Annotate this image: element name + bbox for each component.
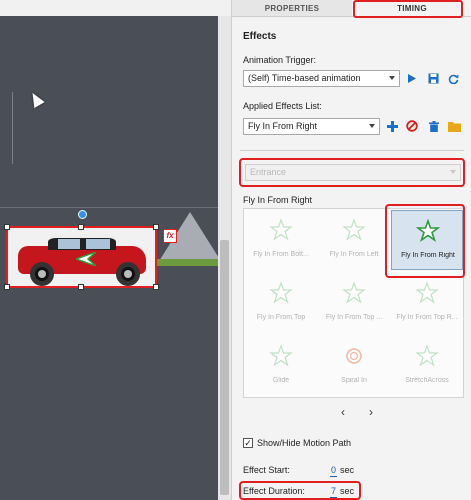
rotate-handle[interactable]	[78, 210, 87, 219]
star-effect-icon	[269, 281, 293, 304]
section-heading: Effects	[243, 31, 277, 42]
spiral-effect-icon	[346, 348, 362, 364]
applied-effects-value: Fly In From Right	[248, 121, 318, 131]
animation-trigger-label: Animation Trigger:	[243, 55, 317, 65]
effect-tile-label: StretchAcross	[405, 377, 449, 384]
resize-handle[interactable]	[4, 224, 10, 230]
effect-tile[interactable]: Fly In From Top R...	[391, 273, 463, 333]
effect-tile-label: Fly In From Top ...	[325, 314, 383, 321]
effect-tile[interactable]: Fly In From Top	[245, 273, 317, 333]
star-effect-icon	[415, 281, 439, 304]
effect-tile-label: Glide	[272, 377, 290, 384]
stage-canvas[interactable]: fx	[0, 0, 231, 500]
remove-effect-icon[interactable]	[405, 119, 419, 133]
star-effect-icon	[342, 218, 366, 241]
car-image-object[interactable]	[4, 224, 159, 290]
effect-tile-label: Fly In From Right	[401, 252, 455, 259]
show-motion-path-checkbox[interactable]: ✓	[243, 438, 253, 448]
value-underline	[330, 497, 337, 498]
star-effect-icon	[269, 218, 293, 241]
fx-effect-icon[interactable]: fx	[163, 229, 177, 243]
effect-tile-label: Spiral In	[341, 377, 367, 384]
effect-duration-unit: sec	[340, 486, 355, 496]
grass-graphic	[157, 259, 218, 266]
effect-tile-label: Fly In From Left	[329, 251, 379, 258]
effect-start-value[interactable]: 0	[331, 465, 336, 475]
effects-gallery: Fly In From Bott... Fly In From Left Fly…	[243, 208, 464, 398]
tab-properties[interactable]: PROPERTIES	[232, 0, 352, 16]
star-effect-icon	[269, 344, 293, 367]
chevron-down-icon	[389, 76, 395, 80]
effect-group-label: Fly In From Right	[243, 195, 313, 205]
effect-duration-label: Effect Duration:	[243, 486, 305, 496]
resize-handle[interactable]	[4, 284, 10, 290]
effect-category-select[interactable]: Entrance	[245, 164, 461, 181]
car-window	[86, 239, 110, 249]
animation-trigger-select[interactable]: (Self) Time-based animation	[243, 70, 400, 87]
applied-effects-label: Applied Effects List:	[243, 101, 322, 111]
effect-tile[interactable]: Glide	[245, 336, 317, 396]
next-page-icon[interactable]: ›	[365, 405, 377, 419]
resize-handle[interactable]	[153, 284, 159, 290]
add-effect-icon[interactable]	[385, 119, 399, 133]
effect-tile-label: Fly In From Top	[256, 314, 306, 321]
effect-tile[interactable]: Fly In From Top ...	[318, 273, 390, 333]
star-effect-icon	[342, 281, 366, 304]
effect-start-label: Effect Start:	[243, 465, 290, 475]
effect-duration-value[interactable]: 7	[331, 486, 336, 496]
car-window	[58, 239, 80, 249]
star-effect-icon	[416, 219, 440, 243]
effect-tile-selected[interactable]: Fly In From Right	[391, 210, 463, 270]
resize-handle[interactable]	[78, 224, 84, 230]
play-icon[interactable]	[405, 71, 419, 85]
guide-line	[12, 92, 13, 164]
effect-tile[interactable]: Fly In From Bott...	[245, 210, 317, 270]
resize-handle[interactable]	[78, 284, 84, 290]
chevron-down-icon	[369, 124, 375, 128]
effect-start-unit: sec	[340, 465, 355, 475]
effect-tile[interactable]: StretchAcross	[391, 336, 463, 396]
car-wheel	[116, 262, 140, 286]
applied-effects-select[interactable]: Fly In From Right	[243, 118, 380, 135]
animation-trigger-value: (Self) Time-based animation	[248, 73, 361, 83]
section-divider	[240, 150, 464, 151]
folder-icon[interactable]	[447, 119, 461, 133]
effect-tile[interactable]: Spiral In	[318, 336, 390, 396]
effect-tile[interactable]: Fly In From Left	[318, 210, 390, 270]
tab-timing[interactable]: TIMING	[352, 0, 471, 16]
stage-ruler	[0, 0, 231, 16]
resize-handle[interactable]	[153, 224, 159, 230]
effect-tile-label: Fly In From Top R...	[396, 314, 458, 321]
effect-category-value: Entrance	[250, 167, 287, 177]
motion-path-icon	[76, 252, 96, 266]
refresh-icon[interactable]	[446, 71, 460, 85]
star-effect-icon	[415, 344, 439, 367]
previous-page-icon[interactable]: ‹	[337, 405, 349, 419]
effect-tile-label: Fly In From Bott...	[253, 251, 309, 258]
show-motion-path-label: Show/Hide Motion Path	[257, 438, 352, 448]
trash-icon[interactable]	[427, 119, 441, 133]
value-underline	[330, 476, 337, 477]
chevron-down-icon	[450, 170, 456, 174]
properties-panel: PROPERTIES TIMING Effects Animation Trig…	[231, 0, 471, 500]
guide-line	[0, 207, 218, 208]
save-icon[interactable]	[426, 71, 440, 85]
panel-tabs: PROPERTIES TIMING	[232, 0, 471, 17]
car-wheel	[30, 262, 54, 286]
scrollbar-thumb[interactable]	[220, 240, 229, 495]
